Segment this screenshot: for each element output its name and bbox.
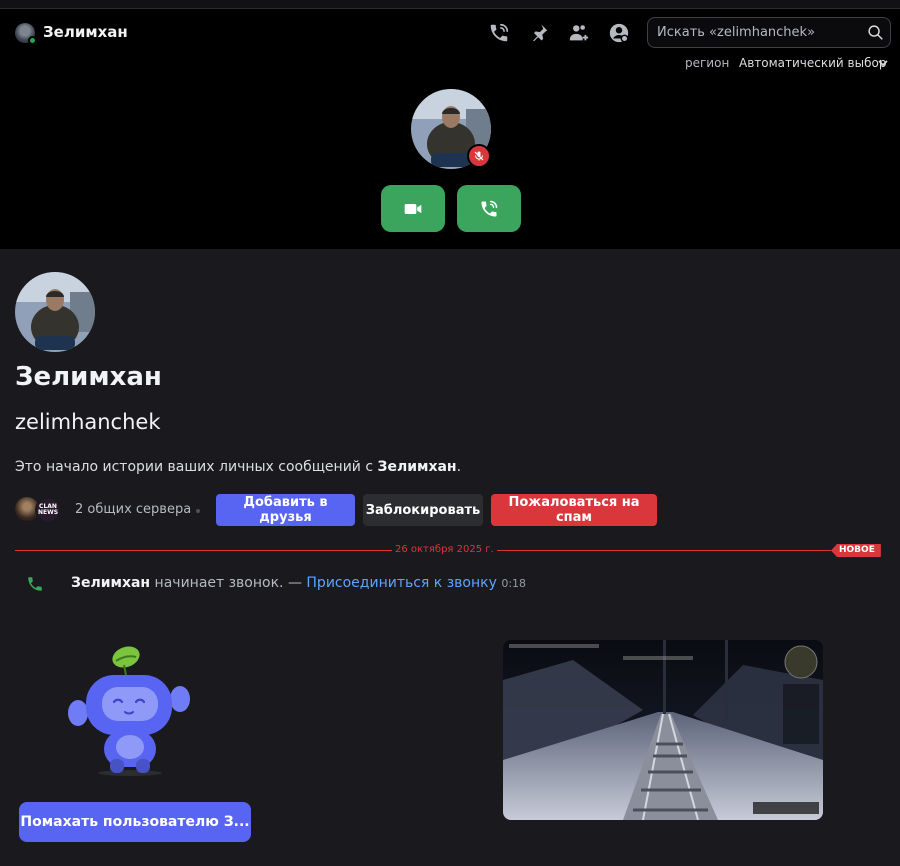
wave-to-user-button[interactable]: Помахать пользователю З... bbox=[19, 802, 251, 842]
block-button[interactable]: Заблокировать bbox=[363, 494, 483, 526]
muted-mic-icon bbox=[467, 144, 491, 168]
profile-avatar[interactable] bbox=[15, 272, 95, 352]
wumpus-wave-illustration bbox=[68, 646, 190, 776]
pin-icon[interactable] bbox=[527, 21, 551, 45]
region-label: регион bbox=[685, 56, 730, 70]
profile-username: zelimhanchek bbox=[15, 410, 161, 434]
header-username[interactable]: Зелимхан bbox=[43, 23, 128, 41]
search-placeholder: Искать «zelimhanchek» bbox=[657, 25, 816, 40]
server-badge-text: CLAN NEWS bbox=[37, 503, 59, 516]
profile-display-name: Зелимхан bbox=[15, 362, 162, 392]
profile-icon[interactable] bbox=[607, 21, 631, 45]
call-system-message: Зелимхан начинает звонок. — Присоединить… bbox=[71, 575, 526, 591]
video-call-button[interactable] bbox=[381, 185, 445, 232]
intro-prefix: Это начало истории ваших личных сообщени… bbox=[15, 459, 378, 475]
search-input[interactable]: Искать «zelimhanchek» bbox=[647, 17, 891, 48]
video-camera-icon bbox=[404, 203, 422, 214]
intro-suffix: . bbox=[456, 459, 462, 475]
voice-call-button[interactable] bbox=[457, 185, 521, 232]
dm-header: Зелимхан Искать «zelimhanchek» bbox=[0, 9, 900, 57]
search-icon bbox=[868, 25, 883, 40]
phone-icon bbox=[28, 577, 42, 591]
message-author[interactable]: Зелимхан bbox=[71, 575, 150, 591]
server-icon-clan-news[interactable]: CLAN NEWS bbox=[35, 497, 61, 523]
add-friend-button[interactable]: Добавить в друзья bbox=[216, 494, 355, 526]
message-text: начинает звонок. — bbox=[150, 575, 307, 591]
separator-dot bbox=[196, 509, 200, 513]
dm-intro-text: Это начало истории ваших личных сообщени… bbox=[15, 459, 461, 475]
mutual-servers[interactable]: CLAN NEWS bbox=[15, 497, 61, 523]
new-badge: НОВОЕ bbox=[831, 544, 881, 557]
online-status-icon bbox=[28, 36, 37, 45]
divider-date: 26 октября 2025 г. bbox=[392, 544, 497, 555]
region-select[interactable]: Автоматический выбор bbox=[739, 56, 886, 70]
chevron-down-icon[interactable] bbox=[877, 57, 889, 69]
message-timestamp: 0:18 bbox=[501, 577, 527, 590]
window-top-strip bbox=[0, 0, 900, 9]
join-call-link[interactable]: Присоединиться к звонку bbox=[306, 575, 496, 591]
phone-call-icon[interactable] bbox=[487, 21, 511, 45]
intro-name: Зелимхан bbox=[377, 459, 457, 475]
add-friend-icon[interactable] bbox=[567, 21, 591, 45]
shared-servers-count[interactable]: 2 общих сервера bbox=[75, 502, 191, 517]
game-screenshot-attachment[interactable] bbox=[503, 640, 823, 820]
phone-call-icon bbox=[481, 200, 498, 216]
report-spam-button[interactable]: Пожаловаться на спам bbox=[491, 494, 657, 526]
